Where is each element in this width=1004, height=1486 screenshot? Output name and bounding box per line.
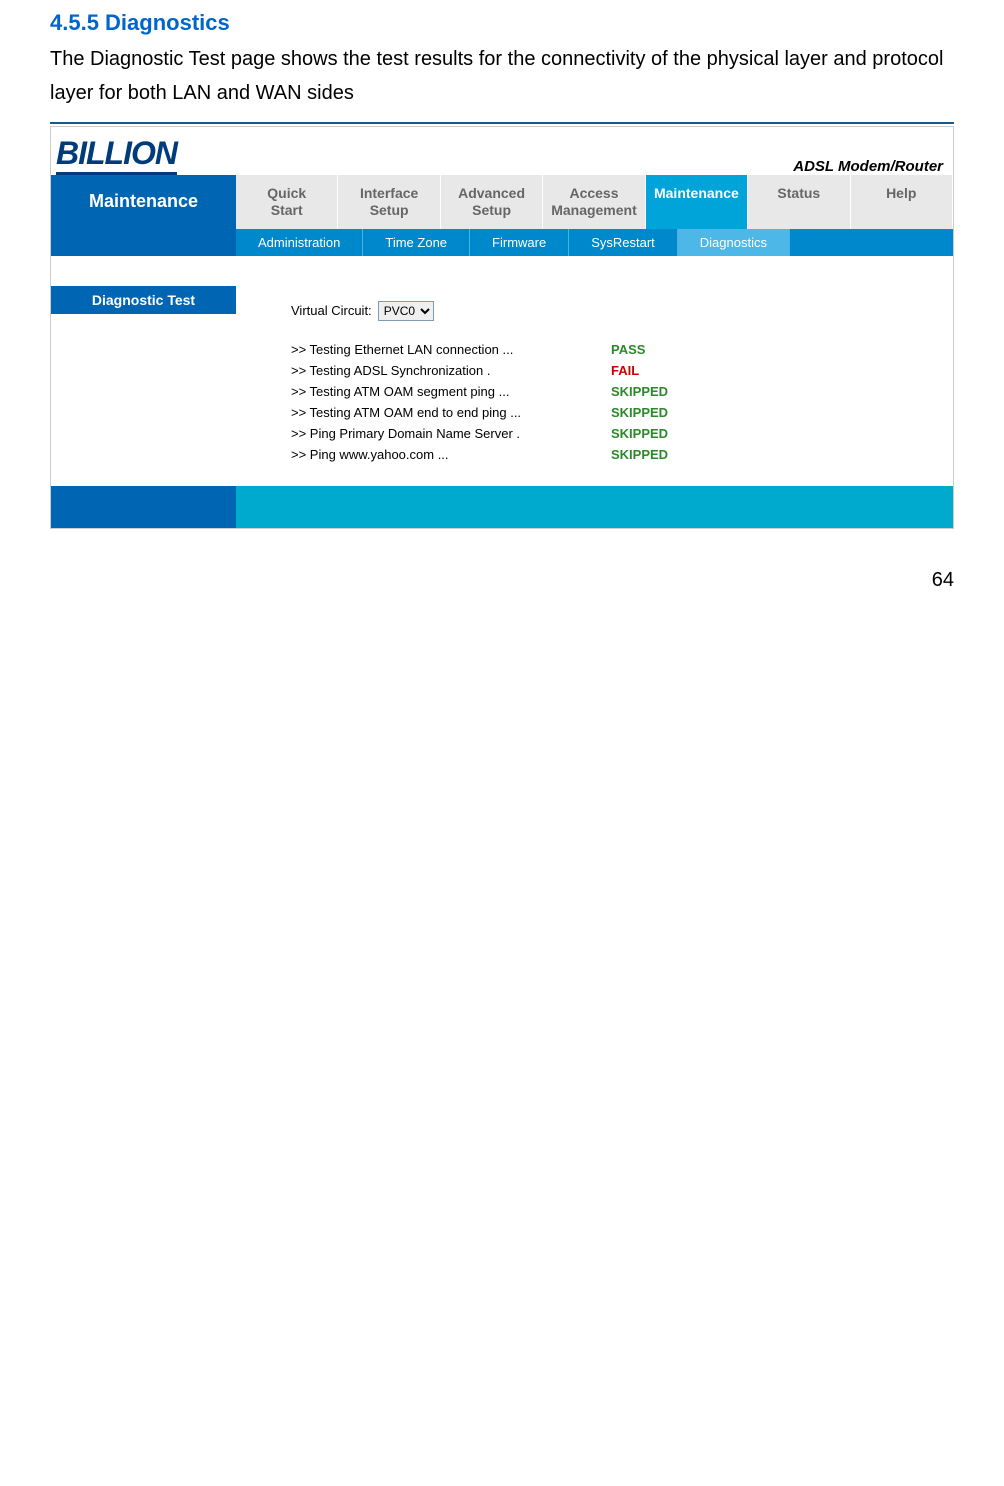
- router-ui-screenshot: BILLION ADSL Modem/Router Maintenance Qu…: [50, 126, 954, 529]
- footer-right: [236, 486, 953, 528]
- subnav-administration[interactable]: Administration: [236, 229, 363, 256]
- diag-result-skipped: SKIPPED: [611, 444, 668, 465]
- subnav-firmware[interactable]: Firmware: [470, 229, 569, 256]
- page-number: 64: [0, 549, 1004, 607]
- panel-title: Diagnostic Test: [51, 286, 236, 314]
- diag-row: >> Testing Ethernet LAN connection ... P…: [291, 339, 668, 360]
- diagnostic-results-table: >> Testing Ethernet LAN connection ... P…: [291, 339, 668, 465]
- diag-label: >> Ping www.yahoo.com ...: [291, 444, 611, 465]
- diag-row: >> Ping www.yahoo.com ... SKIPPED: [291, 444, 668, 465]
- brand-logo: BILLION: [51, 135, 177, 175]
- subnav-spacer: [51, 229, 236, 256]
- nav-section-title: Maintenance: [51, 175, 236, 229]
- sidebar-blank: [51, 314, 236, 486]
- tab-access-management[interactable]: Access Management: [543, 175, 645, 229]
- tab-quick-start[interactable]: Quick Start: [236, 175, 338, 229]
- tab-maintenance[interactable]: Maintenance: [646, 175, 748, 229]
- diag-row: >> Testing ATM OAM end to end ping ... S…: [291, 402, 668, 423]
- diag-label: >> Testing ATM OAM end to end ping ...: [291, 402, 611, 423]
- diag-result-fail: FAIL: [611, 360, 668, 381]
- diag-result-skipped: SKIPPED: [611, 402, 668, 423]
- device-label: ADSL Modem/Router: [793, 158, 943, 175]
- diag-result-skipped: SKIPPED: [611, 423, 668, 444]
- spacer: [236, 256, 953, 286]
- primary-nav: Quick Start Interface Setup Advanced Set…: [236, 175, 953, 229]
- subnav-diagnostics[interactable]: Diagnostics: [678, 229, 790, 256]
- diag-row: >> Ping Primary Domain Name Server . SKI…: [291, 423, 668, 444]
- vc-label: Virtual Circuit:: [291, 303, 372, 318]
- virtual-circuit-select[interactable]: PVC0: [378, 301, 434, 321]
- diag-row: >> Testing ADSL Synchronization . FAIL: [291, 360, 668, 381]
- divider: [50, 122, 954, 124]
- diag-row: >> Testing ATM OAM segment ping ... SKIP…: [291, 381, 668, 402]
- tab-advanced-setup[interactable]: Advanced Setup: [441, 175, 543, 229]
- section-heading: 4.5.5 Diagnostics: [50, 10, 954, 36]
- diag-label: >> Testing ATM OAM segment ping ...: [291, 381, 611, 402]
- subnav-sysrestart[interactable]: SysRestart: [569, 229, 678, 256]
- subnav-time-zone[interactable]: Time Zone: [363, 229, 470, 256]
- diag-label: >> Testing ADSL Synchronization .: [291, 360, 611, 381]
- footer-left: [51, 486, 236, 528]
- diag-result-pass: PASS: [611, 339, 668, 360]
- section-description: The Diagnostic Test page shows the test …: [50, 42, 954, 110]
- secondary-nav: Administration Time Zone Firmware SysRes…: [236, 229, 953, 256]
- tab-status[interactable]: Status: [748, 175, 850, 229]
- diag-result-skipped: SKIPPED: [611, 381, 668, 402]
- diag-label: >> Ping Primary Domain Name Server .: [291, 423, 611, 444]
- diag-label: >> Testing Ethernet LAN connection ...: [291, 339, 611, 360]
- tab-interface-setup[interactable]: Interface Setup: [338, 175, 440, 229]
- spacer: [51, 256, 236, 286]
- tab-help[interactable]: Help: [851, 175, 953, 229]
